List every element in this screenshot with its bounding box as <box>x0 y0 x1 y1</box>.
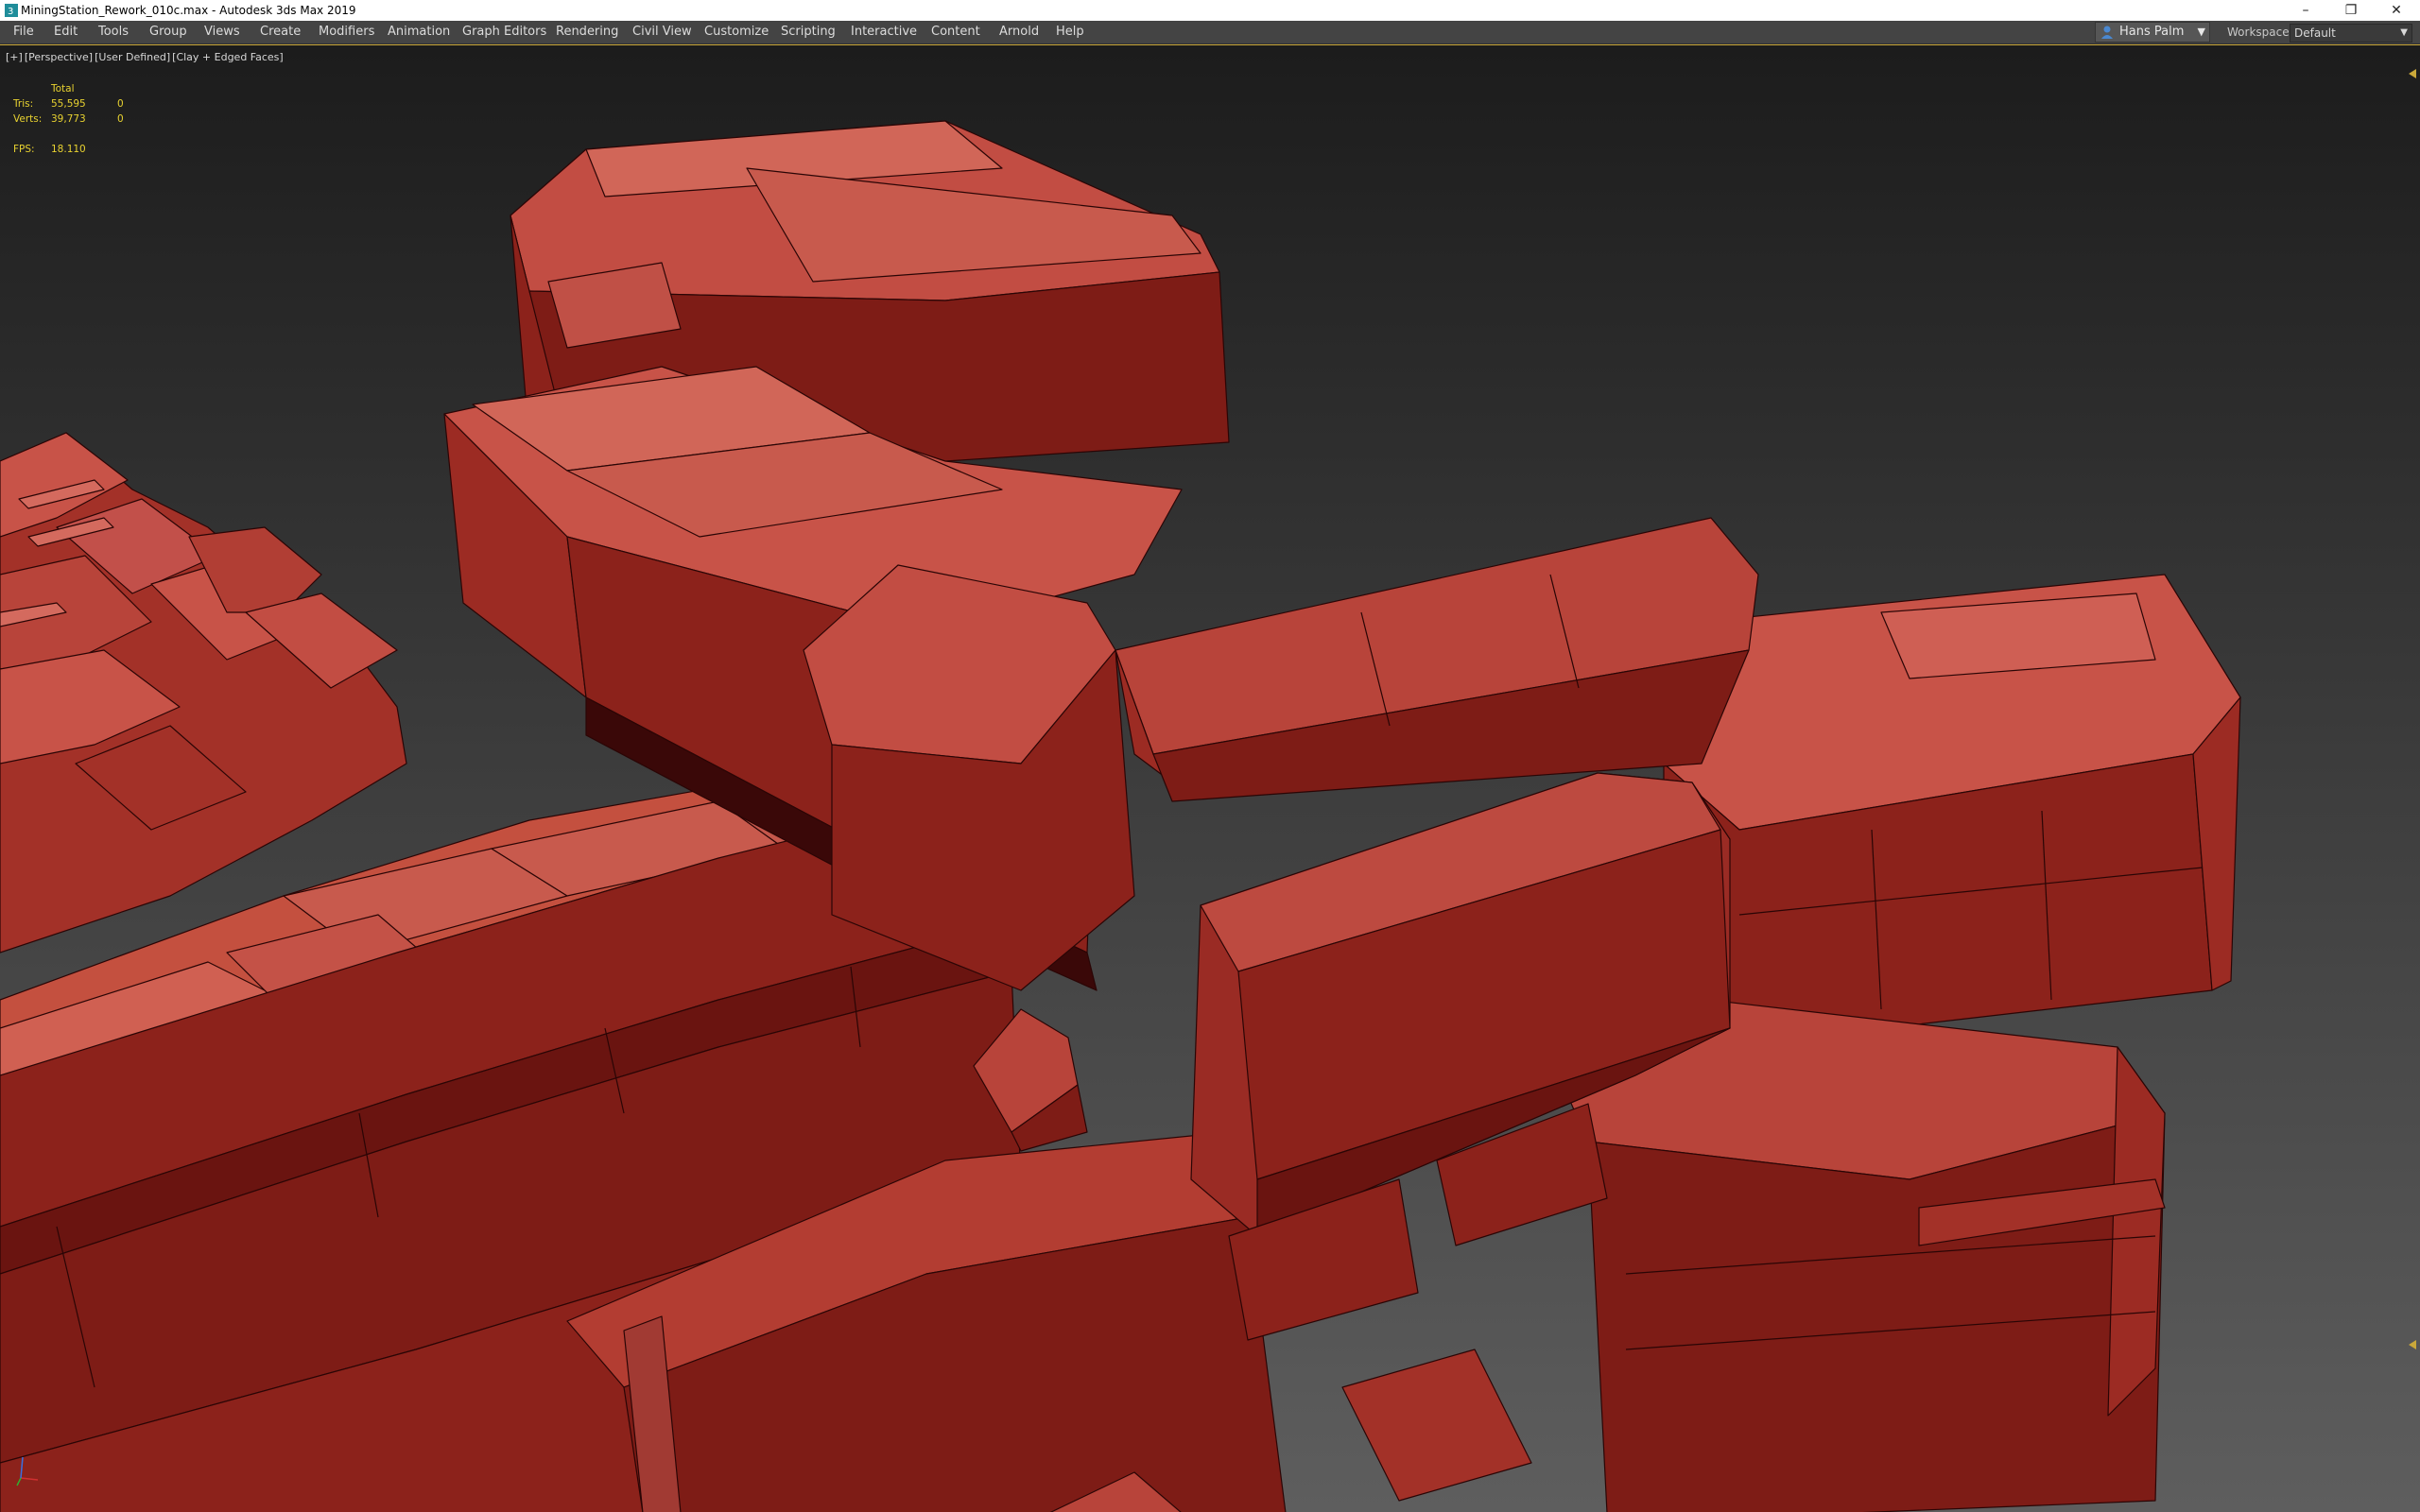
tris-total: 55,595 <box>51 98 86 110</box>
tris-selected: 0 <box>117 98 124 110</box>
restore-button[interactable]: ❐ <box>2329 0 2373 21</box>
menu-customize[interactable]: Customize <box>700 21 772 43</box>
viewport-display-mode[interactable]: [Clay + Edged Faces] <box>172 51 284 63</box>
menu-graph-editors[interactable]: Graph Editors <box>458 21 550 43</box>
fps-value: 18.110 <box>51 144 86 155</box>
perspective-viewport[interactable]: [+] [Perspective] [User Defined] [Clay + Ed… <box>0 44 2420 1512</box>
workspaces-value: Default <box>2294 26 2336 40</box>
minimize-button[interactable]: – <box>2284 0 2327 21</box>
menu-tools[interactable]: Tools <box>95 21 132 43</box>
3dsmax-app-icon: 3 <box>5 4 18 17</box>
menu-civil-view[interactable]: Civil View <box>629 21 696 43</box>
time-slider-marker-icon <box>2409 1340 2416 1349</box>
time-slider-marker-icon <box>2409 69 2416 78</box>
title-bar: 3 MiningStation_Rework_010c.max - Autode… <box>0 0 2420 21</box>
chevron-down-icon: ▼ <box>2400 27 2408 38</box>
menu-views[interactable]: Views <box>200 21 244 43</box>
axis-tripod-icon <box>16 1456 39 1486</box>
menu-create[interactable]: Create <box>256 21 304 43</box>
viewport-label[interactable]: [+] [Perspective] [User Defined] [Clay + Ed… <box>6 51 285 63</box>
menu-modifiers[interactable]: Modifiers <box>315 21 378 43</box>
viewport-point-of-view[interactable]: [Perspective] <box>25 51 93 63</box>
workspaces-label: Workspaces: <box>2227 26 2299 39</box>
verts-total: 39,773 <box>51 113 86 125</box>
tris-label: Tris: <box>13 98 34 110</box>
verts-label: Verts: <box>13 113 43 125</box>
menu-scripting[interactable]: Scripting <box>777 21 839 43</box>
menu-animation[interactable]: Animation <box>384 21 454 43</box>
menu-edit[interactable]: Edit <box>50 21 81 43</box>
window-title: MiningStation_Rework_010c.max - Autodesk… <box>21 4 356 17</box>
menu-rendering[interactable]: Rendering <box>552 21 622 43</box>
viewport-scene[interactable] <box>0 45 2420 1512</box>
svg-text:3: 3 <box>8 7 13 17</box>
close-button[interactable]: ✕ <box>2375 0 2418 21</box>
stats-header: Total <box>51 83 75 94</box>
viewport-shading-preset[interactable]: [User Defined] <box>95 51 170 63</box>
menu-arnold[interactable]: Arnold <box>995 21 1043 43</box>
user-account-dropdown[interactable]: Hans Palm ▼ <box>2095 22 2210 43</box>
app-window: 3 MiningStation_Rework_010c.max - Autode… <box>0 0 2420 1512</box>
verts-selected: 0 <box>117 113 124 125</box>
menu-group[interactable]: Group <box>146 21 191 43</box>
workspaces-select[interactable]: Default ▼ <box>2290 24 2412 43</box>
chevron-down-icon: ▼ <box>2197 26 2205 38</box>
menu-bar: File Edit Tools Group Views Create Modif… <box>0 21 2420 44</box>
menu-interactive[interactable]: Interactive <box>847 21 921 43</box>
viewport-menu-plus[interactable]: [+] <box>6 51 23 63</box>
menu-file[interactable]: File <box>9 21 38 43</box>
user-icon <box>2101 26 2113 39</box>
fps-label: FPS: <box>13 144 35 155</box>
menu-content[interactable]: Content <box>927 21 984 43</box>
user-name: Hans Palm <box>2119 25 2185 39</box>
menu-help[interactable]: Help <box>1052 21 1088 43</box>
